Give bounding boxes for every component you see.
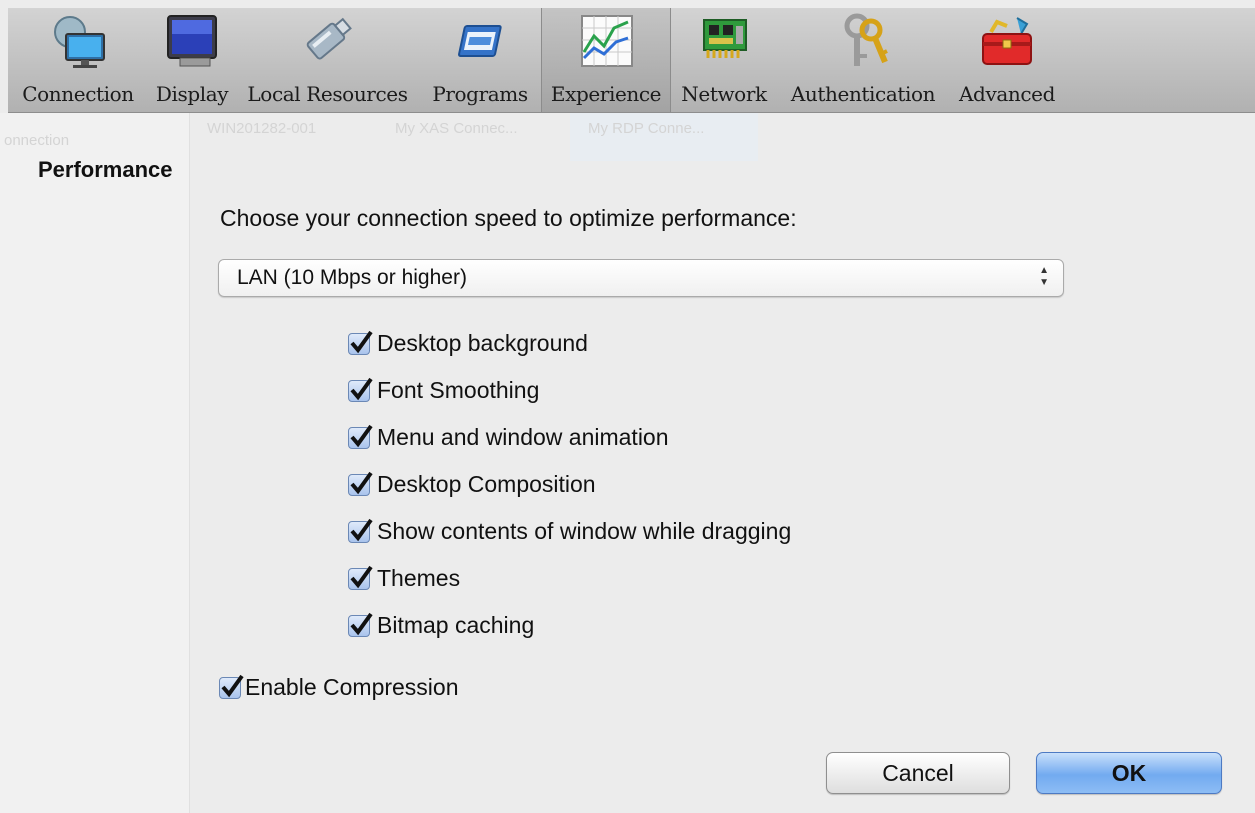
background-tab-2: My XAS Connec... <box>395 120 518 137</box>
enable-compression-checkbox[interactable] <box>219 674 244 699</box>
background-sidebar <box>0 113 190 813</box>
toolbar-label-connection: Connection <box>22 82 134 106</box>
background-sidebar-label: onnection <box>4 132 70 149</box>
checkmark-icon <box>350 330 373 353</box>
checkmark-icon <box>350 377 373 400</box>
toolbar-label-authentication: Authentication <box>790 82 936 106</box>
themes-checkbox[interactable] <box>348 565 373 590</box>
background-tab-3: My RDP Conne... <box>588 120 705 137</box>
toolbar-item-display[interactable]: Display <box>148 8 236 112</box>
toolbar-item-programs[interactable]: Programs <box>419 8 541 112</box>
bitmap-caching-checkbox[interactable] <box>348 612 373 637</box>
option-menu-window-animation[interactable]: Menu and window animation <box>348 424 669 451</box>
menu-window-animation-checkbox[interactable] <box>348 424 373 449</box>
toolbar-label-display: Display <box>155 82 229 106</box>
toolbar-item-local-resources[interactable]: Local Resources <box>236 8 419 112</box>
checkmark-icon <box>350 565 373 588</box>
toolbar-item-experience[interactable]: Experience <box>541 8 671 112</box>
enable-compression-label: Enable Compression <box>245 674 459 700</box>
usb-drive-icon <box>306 17 352 60</box>
option-desktop-composition[interactable]: Desktop Composition <box>348 471 596 498</box>
connection-speed-prompt: Choose your connection speed to optimize… <box>220 205 797 231</box>
connection-speed-value: LAN (10 Mbps or higher) <box>237 266 467 289</box>
themes-label: Themes <box>377 565 461 591</box>
font-smoothing-label: Font Smoothing <box>377 377 540 403</box>
option-show-window-contents[interactable]: Show contents of window while dragging <box>348 518 791 545</box>
checkmark-icon <box>221 674 244 697</box>
desktop-background-label: Desktop background <box>377 330 588 356</box>
toolbar-label-experience: Experience <box>550 82 662 106</box>
toolbar-item-authentication[interactable]: Authentication <box>777 8 949 112</box>
performance-graph-icon <box>581 15 633 67</box>
preferences-toolbar: Connection Display Local Resources Progr… <box>8 8 1255 113</box>
checkmark-icon <box>350 612 373 635</box>
option-font-smoothing[interactable]: Font Smoothing <box>348 377 539 404</box>
network-card-icon <box>703 19 747 58</box>
background-tab-1: WIN201282-001 <box>207 120 317 137</box>
performance-section-title: Performance <box>38 157 173 182</box>
menu-window-animation-label: Menu and window animation <box>377 424 669 450</box>
toolbar-label-advanced: Advanced <box>959 82 1055 106</box>
toolbar-item-advanced[interactable]: Advanced <box>949 8 1065 112</box>
keys-icon <box>844 13 888 66</box>
program-window-icon <box>458 25 502 57</box>
checkmark-icon <box>350 471 373 494</box>
option-enable-compression[interactable]: Enable Compression <box>219 674 459 701</box>
connection-speed-select[interactable]: LAN (10 Mbps or higher) ▲ ▼ <box>218 259 1064 297</box>
toolbar-label-network: Network <box>681 82 767 106</box>
option-desktop-background[interactable]: Desktop background <box>348 330 588 357</box>
checkmark-icon <box>350 518 373 541</box>
option-bitmap-caching[interactable]: Bitmap caching <box>348 612 534 639</box>
toolbar-item-connection[interactable]: Connection <box>8 8 148 112</box>
toolbox-icon <box>982 17 1032 65</box>
font-smoothing-checkbox[interactable] <box>348 377 373 402</box>
option-themes[interactable]: Themes <box>348 565 460 592</box>
monitor-globe-icon <box>54 16 105 68</box>
experience-preferences-window: Connection Display Local Resources Progr… <box>0 0 1255 813</box>
toolbar-item-network[interactable]: Network <box>671 8 777 112</box>
display-icon <box>167 15 217 67</box>
updown-arrows-icon: ▲ ▼ <box>1039 265 1049 288</box>
show-window-contents-label: Show contents of window while dragging <box>377 518 792 544</box>
desktop-background-checkbox[interactable] <box>348 330 373 355</box>
show-window-contents-checkbox[interactable] <box>348 518 373 543</box>
toolbar-label-local-resources: Local Resources <box>247 82 408 106</box>
bitmap-caching-label: Bitmap caching <box>377 612 535 638</box>
desktop-composition-checkbox[interactable] <box>348 471 373 496</box>
desktop-composition-label: Desktop Composition <box>377 471 596 497</box>
toolbar-label-programs: Programs <box>432 82 528 106</box>
checkmark-icon <box>350 424 373 447</box>
cancel-button[interactable]: Cancel <box>826 752 1010 794</box>
ok-button[interactable]: OK <box>1036 752 1222 794</box>
